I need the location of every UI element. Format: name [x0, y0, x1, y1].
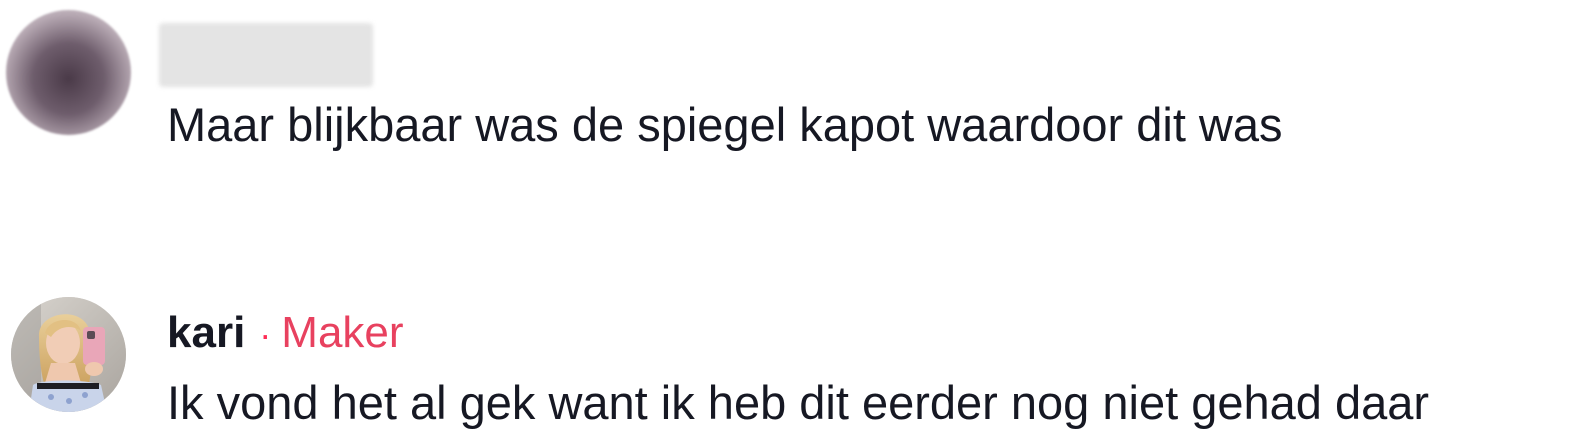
avatar[interactable] [6, 10, 131, 135]
blurred-username[interactable] [159, 23, 373, 87]
profile-photo-image [11, 297, 126, 412]
avatar[interactable] [11, 297, 126, 412]
comment-text: Ik vond het al gek want ik heb dit eerde… [167, 376, 1430, 429]
comment-header: kari · Maker [167, 305, 404, 361]
username[interactable]: kari [167, 305, 245, 361]
comment-text: Maar blijkbaar was de spiegel kapot waar… [167, 98, 1283, 151]
creator-badge: Maker [281, 308, 404, 357]
separator-dot: · [259, 314, 272, 355]
